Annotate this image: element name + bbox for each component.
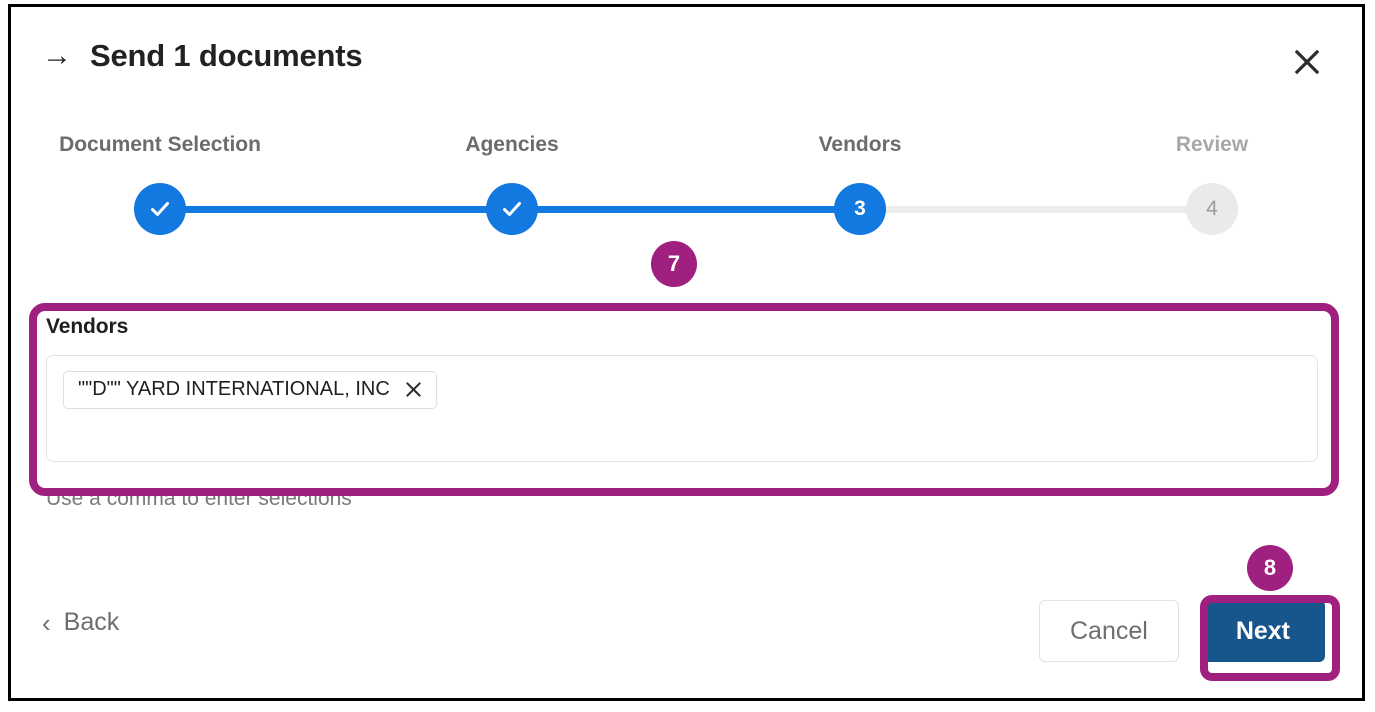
step-label-vendors: Vendors <box>819 133 902 157</box>
step-number: 4 <box>1206 197 1218 221</box>
send-documents-dialog: → Send 1 documents Document Selection Ag… <box>0 0 1375 712</box>
step-node-review[interactable]: 4 <box>1186 183 1238 235</box>
check-icon <box>147 196 173 222</box>
back-button[interactable]: ‹ Back <box>42 608 119 637</box>
stepper-track: 3 4 <box>42 183 1292 235</box>
vendors-input[interactable]: ""D"" YARD INTERNATIONAL, INC <box>46 355 1318 462</box>
stepper-connector-2-3 <box>512 206 860 213</box>
close-icon <box>1292 47 1322 77</box>
next-button[interactable]: Next <box>1201 600 1325 662</box>
vendor-chip[interactable]: ""D"" YARD INTERNATIONAL, INC <box>63 371 437 409</box>
annotation-badge-7: 7 <box>651 241 697 287</box>
close-button[interactable] <box>1287 42 1327 82</box>
stepper-labels: Document Selection Agencies Vendors Revi… <box>42 133 1292 167</box>
step-label-document-selection: Document Selection <box>59 133 261 157</box>
page-title: Send 1 documents <box>90 38 362 74</box>
step-label-review: Review <box>1176 133 1248 157</box>
arrow-right-icon: → <box>42 41 72 71</box>
annotation-badge-8: 8 <box>1247 545 1293 591</box>
chip-remove-icon[interactable] <box>404 380 424 400</box>
step-number: 3 <box>854 197 866 221</box>
back-button-label: Back <box>64 608 120 637</box>
check-icon <box>499 196 525 222</box>
progress-stepper: Document Selection Agencies Vendors Revi… <box>42 133 1292 243</box>
stepper-connector-3-4 <box>860 206 1212 213</box>
dialog-title-group: → Send 1 documents <box>42 38 362 74</box>
cancel-button[interactable]: Cancel <box>1039 600 1179 662</box>
step-label-agencies: Agencies <box>465 133 558 157</box>
dialog-header: → Send 1 documents <box>0 0 1375 110</box>
step-node-agencies[interactable] <box>486 183 538 235</box>
vendors-field-label: Vendors <box>46 315 1318 339</box>
chevron-left-icon: ‹ <box>42 610 51 636</box>
stepper-connector-1-2 <box>160 206 512 213</box>
vendors-helper-text: Use a comma to enter selections <box>46 487 352 511</box>
vendor-chip-label: ""D"" YARD INTERNATIONAL, INC <box>78 378 390 401</box>
step-node-vendors[interactable]: 3 <box>834 183 886 235</box>
dialog-footer: ‹ Back Cancel Next <box>0 592 1375 682</box>
footer-actions: Cancel Next <box>1039 600 1325 662</box>
step-node-document-selection[interactable] <box>134 183 186 235</box>
vendors-field: Vendors ""D"" YARD INTERNATIONAL, INC <box>46 315 1318 462</box>
